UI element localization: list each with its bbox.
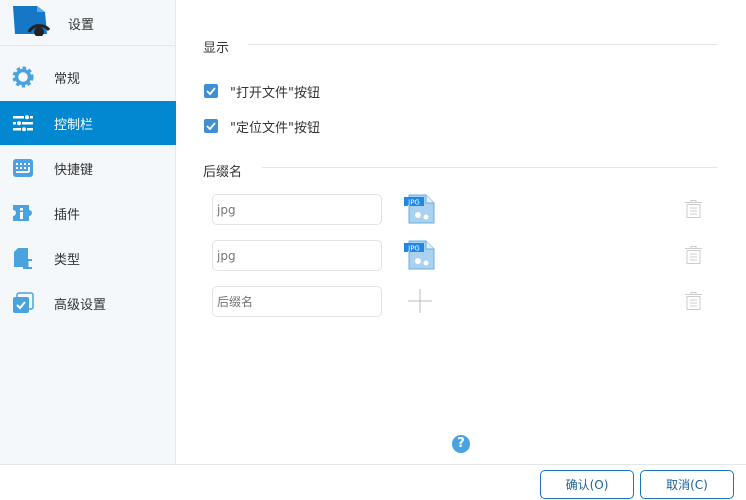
divider bbox=[262, 167, 718, 168]
check-icon bbox=[206, 87, 216, 96]
delete-trash-icon[interactable] bbox=[684, 199, 703, 219]
sidebar-item-advanced[interactable]: 高级设置 bbox=[0, 281, 176, 325]
sidebar-item-general[interactable]: 常规 bbox=[0, 55, 176, 99]
add-suffix-plus-icon[interactable] bbox=[408, 289, 432, 313]
sidebar-item-label: 控制栏 bbox=[54, 117, 94, 133]
checkbox-label: "打开文件"按钮 bbox=[230, 86, 320, 101]
display-section-title: 显示 bbox=[203, 41, 230, 56]
suffix-section-title: 后缀名 bbox=[203, 165, 243, 180]
sidebar-item-label: 高级设置 bbox=[54, 297, 107, 313]
check-icon bbox=[206, 122, 216, 131]
help-icon[interactable]: ? bbox=[452, 435, 470, 453]
sidebar-item-label: 插件 bbox=[54, 207, 81, 223]
sidebar-title: 设置 bbox=[68, 18, 95, 33]
sidebar-item-control-bar[interactable]: 控制栏 bbox=[0, 101, 176, 145]
puzzle-icon bbox=[13, 205, 32, 221]
file-type-icon bbox=[14, 248, 32, 269]
footer bbox=[0, 464, 746, 500]
sidebar-header: 设置 bbox=[0, 0, 175, 46]
gear-icon bbox=[12, 66, 34, 88]
sidebar-item-plugins[interactable]: 插件 bbox=[0, 191, 176, 235]
sliders-icon bbox=[13, 115, 33, 132]
svg-text:JPG: JPG bbox=[407, 245, 420, 253]
sidebar-item-types[interactable]: 类型 bbox=[0, 236, 176, 280]
sidebar-item-label: 类型 bbox=[54, 252, 81, 268]
sidebar-item-shortcuts[interactable]: 快捷键 bbox=[0, 146, 176, 190]
keyboard-icon bbox=[13, 159, 33, 177]
locate-file-button-checkbox[interactable] bbox=[204, 119, 218, 133]
divider bbox=[248, 44, 718, 45]
delete-trash-icon[interactable] bbox=[684, 245, 703, 265]
sidebar-item-label: 快捷键 bbox=[54, 162, 94, 178]
suffix-input[interactable] bbox=[212, 194, 382, 225]
advanced-check-icon bbox=[13, 292, 34, 313]
jpg-file-icon: JPG bbox=[404, 194, 435, 224]
jpg-file-icon: JPG bbox=[404, 240, 435, 270]
suffix-input[interactable] bbox=[212, 240, 382, 271]
svg-text:JPG: JPG bbox=[407, 199, 420, 207]
sidebar-item-label: 常规 bbox=[54, 71, 81, 87]
sidebar: 设置 常规 控制栏 快捷键 插件 类型 高级设置 bbox=[0, 0, 176, 464]
open-file-button-checkbox[interactable] bbox=[204, 84, 218, 98]
new-suffix-input[interactable] bbox=[212, 286, 382, 317]
checkbox-label: "定位文件"按钮 bbox=[230, 121, 320, 136]
app-logo-icon bbox=[13, 6, 51, 36]
cancel-button[interactable]: 取消(C) bbox=[640, 470, 734, 499]
delete-trash-icon[interactable] bbox=[684, 291, 703, 311]
confirm-button[interactable]: 确认(O) bbox=[540, 470, 634, 499]
